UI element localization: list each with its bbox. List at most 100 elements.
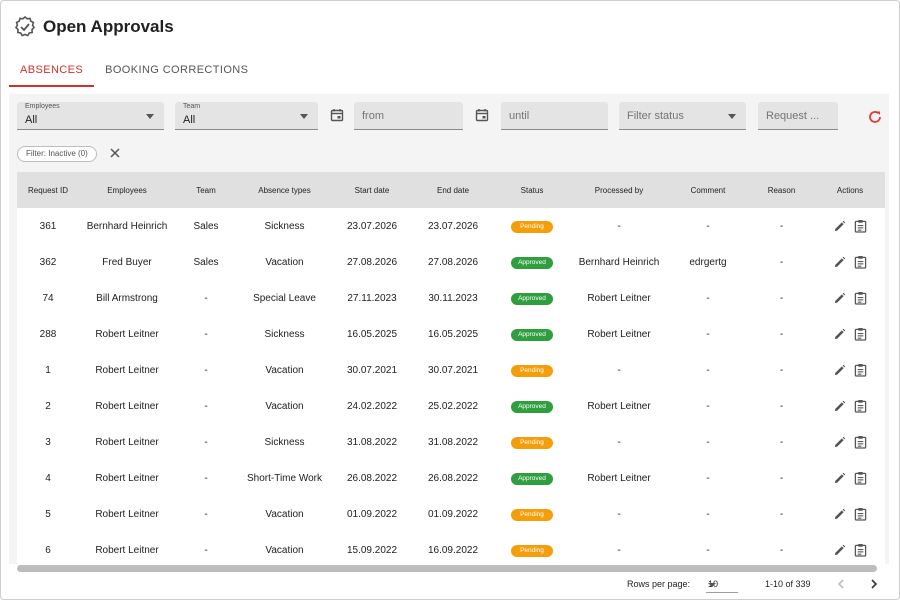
processed-by-cell: - xyxy=(617,508,621,520)
table-row[interactable]: 2 Robert Leitner - Vacation 24.02.2022 25.02.… xyxy=(17,388,885,424)
request-id-cell: 4 xyxy=(45,472,51,484)
team-cell: - xyxy=(204,364,208,376)
previous-page-icon[interactable] xyxy=(834,577,848,591)
edit-icon[interactable] xyxy=(833,508,846,521)
table-row[interactable]: 288 Robert Leitner - Sickness 16.05.2025 16.0… xyxy=(17,316,885,352)
column-header[interactable]: Absence types xyxy=(237,172,332,208)
comment-cell: - xyxy=(706,400,710,412)
column-header[interactable]: Team xyxy=(175,172,237,208)
actions-cell xyxy=(815,532,885,568)
table-row[interactable]: 362 Fred Buyer Sales Vacation 27.08.2026 27.0… xyxy=(17,244,885,280)
calendar-icon[interactable] xyxy=(330,108,344,122)
table-row[interactable]: 74 Bill Armstrong - Special Leave 27.11.2023… xyxy=(17,280,885,316)
status-cell: Pending xyxy=(494,208,570,244)
tab-absences[interactable]: ABSENCES xyxy=(9,59,95,87)
team-cell: - xyxy=(204,544,208,556)
horizontal-scrollbar[interactable] xyxy=(17,565,877,572)
inactive-filter-chip[interactable]: Filter: Inactive (0) xyxy=(17,146,97,162)
clipboard-icon[interactable] xyxy=(854,543,867,557)
actions-cell xyxy=(815,244,885,280)
column-header[interactable]: Request ID xyxy=(17,172,79,208)
clipboard-icon[interactable] xyxy=(854,471,867,485)
column-header[interactable]: Status xyxy=(494,172,570,208)
clipboard-icon[interactable] xyxy=(854,435,867,449)
request-search-input[interactable]: Request ... xyxy=(758,102,838,130)
end-date-cell: 30.07.2021 xyxy=(427,364,479,376)
clipboard-icon[interactable] xyxy=(854,507,867,521)
employees-select[interactable]: Employees All xyxy=(17,102,164,130)
edit-icon[interactable] xyxy=(833,292,846,305)
rows-per-page-label: Rows per page: xyxy=(627,579,691,589)
table-row[interactable]: 4 Robert Leitner - Short-Time Work 26.08.202… xyxy=(17,460,885,496)
close-icon[interactable] xyxy=(109,147,121,159)
clipboard-icon[interactable] xyxy=(854,363,867,377)
edit-icon[interactable] xyxy=(833,220,846,233)
pagination-range: 1-10 of 339 xyxy=(765,579,811,589)
chevron-down-icon xyxy=(146,114,154,119)
processed-by-cell: Bernhard Heinrich xyxy=(578,256,660,268)
status-cell: Pending xyxy=(494,352,570,388)
comment-cell: - xyxy=(706,508,710,520)
reason-cell: - xyxy=(779,436,784,448)
refresh-icon[interactable] xyxy=(867,109,883,125)
rows-per-page-select[interactable]: 10 xyxy=(706,575,738,593)
column-header[interactable]: Employees xyxy=(79,172,175,208)
status-cell: Approved xyxy=(494,316,570,352)
start-date-cell: 16.05.2025 xyxy=(346,328,398,340)
start-date-cell: 26.08.2022 xyxy=(346,472,398,484)
team-select[interactable]: Team All xyxy=(175,102,318,130)
page-header: Open Approvals xyxy=(13,15,174,39)
team-cell: - xyxy=(204,328,208,340)
table-row[interactable]: 6 Robert Leitner - Vacation 15.09.2022 16.09.… xyxy=(17,532,885,568)
from-date-input[interactable]: from xyxy=(354,102,463,130)
edit-icon[interactable] xyxy=(833,544,846,557)
table-row[interactable]: 5 Robert Leitner - Vacation 01.09.2022 01.09.… xyxy=(17,496,885,532)
column-header[interactable]: Comment xyxy=(668,172,748,208)
status-badge: Approved xyxy=(511,292,553,305)
employee-cell: Bill Armstrong xyxy=(96,292,158,304)
until-date-input[interactable]: until xyxy=(501,102,608,130)
table-row[interactable]: 1 Robert Leitner - Vacation 30.07.2021 30.07.… xyxy=(17,352,885,388)
clipboard-icon[interactable] xyxy=(854,291,867,305)
column-header[interactable]: Reason xyxy=(748,172,815,208)
status-filter-select[interactable]: Filter status xyxy=(619,102,746,130)
reason-cell: - xyxy=(779,328,784,340)
team-cell: - xyxy=(204,292,208,304)
end-date-cell: 25.02.2022 xyxy=(427,400,479,412)
absence-type-cell: Short-Time Work xyxy=(246,472,322,484)
employee-cell: Robert Leitner xyxy=(95,472,159,484)
status-filter-placeholder: Filter status xyxy=(627,110,684,122)
clipboard-icon[interactable] xyxy=(854,399,867,413)
column-header: Actions xyxy=(836,185,864,195)
request-search-placeholder: Request ... xyxy=(766,110,820,122)
status-cell: Pending xyxy=(494,532,570,568)
status-cell: Approved xyxy=(494,460,570,496)
column-header[interactable]: Start date xyxy=(332,172,412,208)
table-row[interactable]: 3 Robert Leitner - Sickness 31.08.2022 31.08.… xyxy=(17,424,885,460)
end-date-cell: 27.08.2026 xyxy=(427,256,479,268)
edit-icon[interactable] xyxy=(833,472,846,485)
column-header[interactable]: End date xyxy=(412,172,494,208)
tab-booking-corrections[interactable]: BOOKING CORRECTIONS xyxy=(94,59,259,87)
employee-cell: Robert Leitner xyxy=(95,544,159,556)
next-page-icon[interactable] xyxy=(867,577,881,591)
edit-icon[interactable] xyxy=(833,256,846,269)
start-date-cell: 30.07.2021 xyxy=(346,364,398,376)
calendar-icon[interactable] xyxy=(475,108,489,122)
status-badge: Approved xyxy=(511,256,553,269)
edit-icon[interactable] xyxy=(833,364,846,377)
start-date-cell: 15.09.2022 xyxy=(346,544,398,556)
column-header[interactable]: Processed by xyxy=(570,172,668,208)
processed-by-cell: - xyxy=(617,544,621,556)
clipboard-icon[interactable] xyxy=(854,255,867,269)
clipboard-icon[interactable] xyxy=(854,219,867,233)
edit-icon[interactable] xyxy=(833,436,846,449)
edit-icon[interactable] xyxy=(833,328,846,341)
edit-icon[interactable] xyxy=(833,400,846,413)
team-cell: - xyxy=(204,400,208,412)
clipboard-icon[interactable] xyxy=(854,327,867,341)
request-id-cell: 1 xyxy=(45,364,51,376)
employee-cell: Robert Leitner xyxy=(95,400,159,412)
start-date-cell: 27.11.2023 xyxy=(347,292,397,304)
table-row[interactable]: 361 Bernhard Heinrich Sales Sickness 23.07.2… xyxy=(17,208,885,244)
